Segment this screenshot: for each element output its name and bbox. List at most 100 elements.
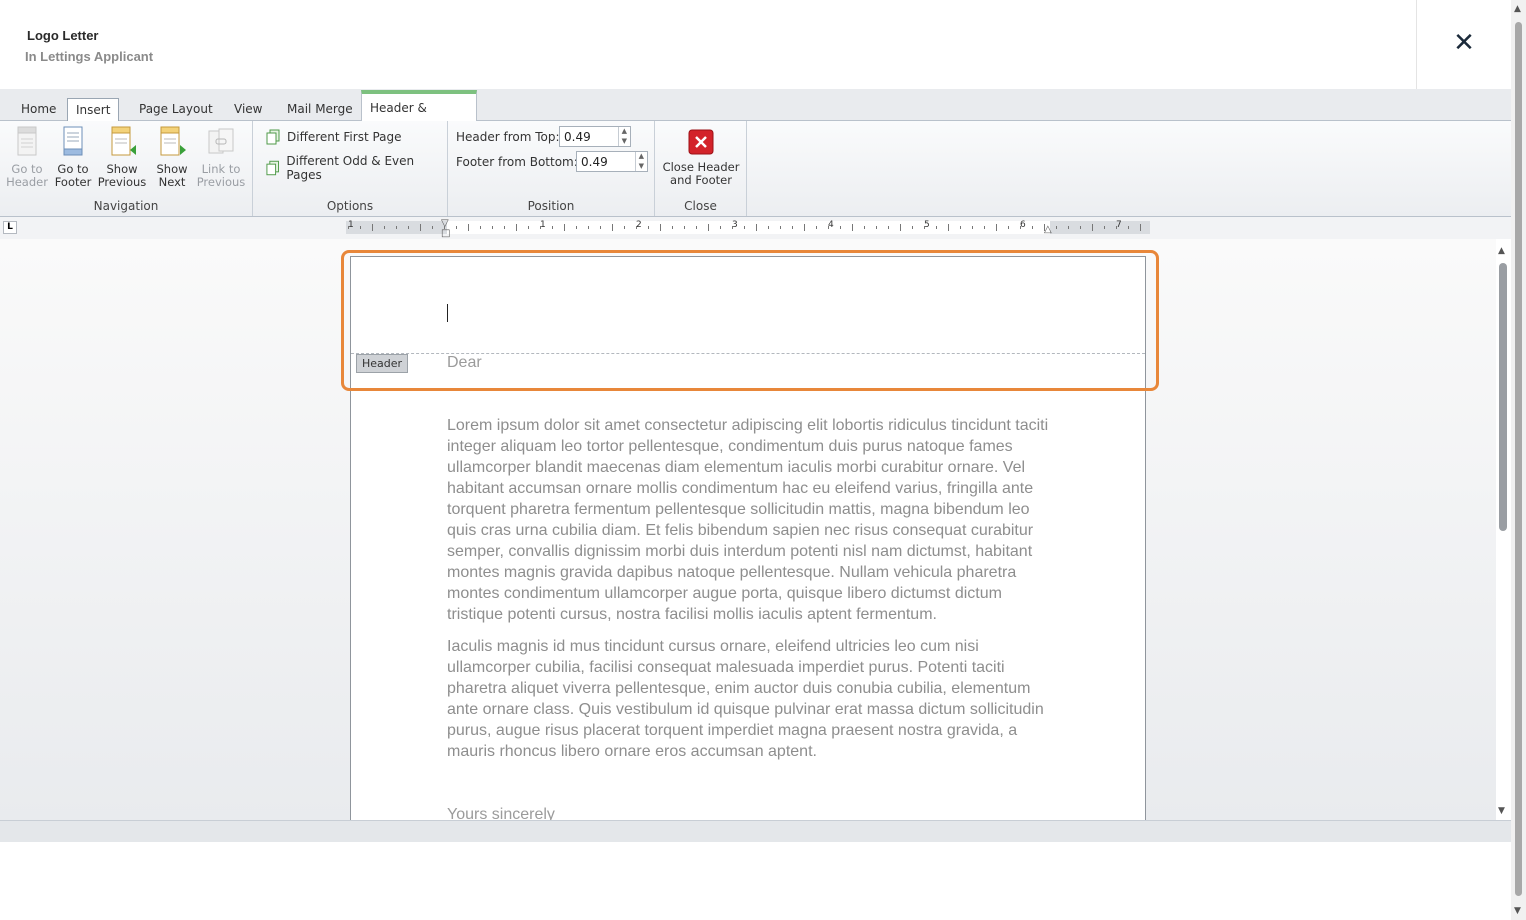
- ruler-tick: [444, 226, 445, 229]
- signoff-text: Yours sincerely: [447, 806, 555, 820]
- ruler-tick: [696, 226, 697, 229]
- document-page[interactable]: Header Dear Lorem ipsum dolor sit amet c…: [350, 256, 1146, 820]
- footer-from-bottom-input[interactable]: [577, 152, 635, 171]
- link-to-previous-button[interactable]: Link to Previous: [196, 125, 246, 189]
- document-scrollbar[interactable]: ▲ ▼: [1496, 239, 1511, 820]
- ruler-tick: [816, 226, 817, 229]
- show-next-button[interactable]: Show Next: [147, 125, 197, 189]
- decrement-icon[interactable]: ▼: [619, 137, 630, 147]
- window-scrollbar[interactable]: ▲ ▼: [1511, 0, 1526, 920]
- go-to-footer-button[interactable]: Go to Footer: [48, 125, 98, 189]
- scrollbar-thumb[interactable]: [1515, 22, 1522, 896]
- different-odd-even-option[interactable]: Different Odd & Even Pages: [265, 154, 447, 182]
- ruler-tick: [552, 226, 553, 229]
- tab-mail-merge[interactable]: Mail Merge: [279, 98, 361, 121]
- ruler-tick: [636, 226, 637, 229]
- header-region[interactable]: [351, 257, 1145, 354]
- ruler-tick: [456, 226, 457, 229]
- greeting-text: Dear: [447, 354, 482, 371]
- ruler-tick: [600, 226, 601, 229]
- different-first-page-option[interactable]: Different First Page: [265, 129, 402, 145]
- ruler-tick: [624, 226, 625, 229]
- tab-view[interactable]: View: [226, 98, 270, 121]
- options-group-label: Options: [326, 199, 374, 213]
- header-from-top-stepper[interactable]: ▲▼: [559, 126, 631, 147]
- show-previous-label-1: Show: [106, 162, 138, 176]
- body-paragraph: Lorem ipsum dolor sit amet consectetur a…: [447, 417, 1049, 623]
- ruler-tick: [588, 226, 589, 229]
- scrollbar-thumb[interactable]: [1499, 263, 1507, 531]
- tab-page-layout[interactable]: Page Layout: [131, 98, 221, 121]
- ruler-tick: [516, 224, 517, 231]
- go-to-header-button[interactable]: Go to Header: [2, 125, 52, 189]
- ruler-tick: [780, 226, 781, 229]
- ruler-tick: [1008, 226, 1009, 229]
- ruler-tick: [852, 224, 853, 231]
- tab-home[interactable]: Home: [13, 98, 64, 121]
- show-previous-icon: [111, 126, 136, 156]
- ruler-tick: [1140, 224, 1141, 231]
- ruler-tick: [792, 226, 793, 229]
- title-bar: Logo Letter In Lettings Applicant ✕: [0, 0, 1511, 89]
- ruler-tick: [1020, 226, 1021, 229]
- show-next-label-2: Next: [158, 175, 186, 189]
- go-to-header-label-1: Go to: [11, 162, 43, 176]
- ruler-tick: [804, 224, 805, 231]
- ribbon-panel: Go to Header Go to Footer Show Previous: [0, 121, 1511, 217]
- ruler-tick: [768, 226, 769, 229]
- close-header-footer-button[interactable]: Close Header and Footer: [660, 129, 742, 187]
- different-first-page-label: Different First Page: [287, 130, 402, 144]
- ribbon-tab-bar: Home Insert Page Layout View Mail Merge …: [0, 89, 1511, 196]
- position-group: Header from Top: ▲▼ Footer from Bottom: …: [448, 121, 655, 216]
- options-group: Different First Page Different Odd & Eve…: [253, 121, 448, 216]
- ruler-tick: [1068, 226, 1069, 229]
- ruler-tick: [528, 226, 529, 229]
- ruler-tick: [492, 226, 493, 229]
- ruler-tick: [1116, 226, 1117, 229]
- scroll-down-icon[interactable]: ▼: [1498, 806, 1505, 816]
- scroll-up-icon[interactable]: ▲: [1514, 4, 1521, 14]
- increment-icon[interactable]: ▲: [636, 152, 647, 162]
- link-to-previous-label-2: Previous: [196, 175, 246, 189]
- ruler-tick: [540, 226, 541, 229]
- scroll-up-icon[interactable]: ▲: [1498, 246, 1505, 256]
- ruler-tick: [756, 224, 757, 231]
- ruler-tick: [900, 224, 901, 231]
- left-indent-marker[interactable]: □: [441, 228, 450, 239]
- show-next-icon: [160, 126, 186, 156]
- close-icon[interactable]: ✕: [1450, 28, 1478, 58]
- ruler-tick: [348, 226, 349, 229]
- close-group-label: Close: [684, 199, 717, 213]
- show-previous-button[interactable]: Show Previous: [97, 125, 147, 189]
- body-paragraph: Iaculis magnis id mus tincidunt cursus o…: [447, 638, 1044, 760]
- tab-header-footer[interactable]: Header & Footer: [361, 90, 477, 144]
- ruler-tick: [924, 226, 925, 229]
- increment-icon[interactable]: ▲: [619, 127, 630, 137]
- close-header-footer-label-1: Close Header: [662, 160, 740, 174]
- status-bar: [0, 820, 1511, 842]
- link-to-previous-label-1: Link to: [201, 162, 241, 176]
- ruler-tick: [396, 226, 397, 229]
- different-odd-even-label: Different Odd & Even Pages: [286, 154, 415, 182]
- text-caret: [447, 304, 448, 322]
- header-tag: Header: [356, 354, 409, 373]
- tab-stop-selector[interactable]: L: [3, 221, 17, 234]
- position-group-label: Position: [527, 199, 575, 213]
- document-workspace: Header Dear Lorem ipsum dolor sit amet c…: [0, 239, 1496, 820]
- footer-from-bottom-stepper[interactable]: ▲▼: [576, 151, 648, 172]
- ruler-tick: [576, 226, 577, 229]
- header-from-top-input[interactable]: [560, 127, 618, 146]
- tab-insert[interactable]: Insert: [67, 98, 120, 122]
- ruler-tick: [732, 226, 733, 229]
- horizontal-ruler[interactable]: 1 1 2 3 4 5 6 7 ▽ □ △: [346, 218, 1150, 239]
- ruler-tick: [1056, 226, 1057, 229]
- ruler-tick: [420, 224, 421, 231]
- decrement-icon[interactable]: ▼: [636, 162, 647, 172]
- ruler-tick: [864, 226, 865, 229]
- scroll-down-icon[interactable]: ▼: [1514, 906, 1521, 916]
- right-indent-marker[interactable]: △: [1044, 224, 1052, 235]
- ruler-tick: [1080, 226, 1081, 229]
- navigation-group: Go to Header Go to Footer Show Previous: [0, 121, 253, 216]
- ruler-tick: [984, 226, 985, 229]
- ruler-tick: [672, 226, 673, 229]
